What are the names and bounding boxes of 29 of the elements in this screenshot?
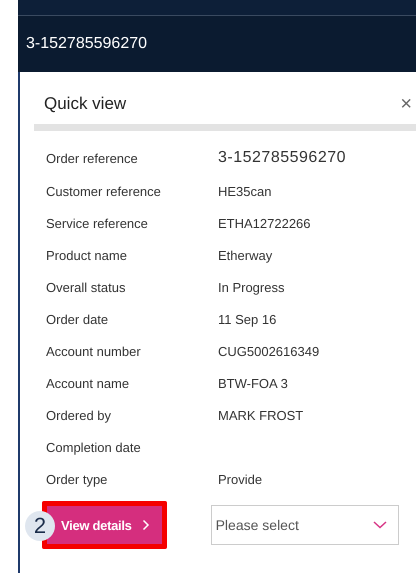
select-dropdown[interactable]: Please select [210, 505, 399, 545]
field-value: MARK FROST [218, 408, 304, 422]
field-value: Etherway [218, 248, 272, 262]
close-button[interactable]: × [400, 94, 416, 114]
field-label: Customer reference [46, 184, 162, 198]
field-label: Order reference [46, 150, 139, 166]
field-label: Product name [46, 248, 128, 262]
field-value: CUG5002616349 [218, 344, 320, 358]
view-details-button[interactable]: View details [47, 506, 162, 544]
field-label: Ordered by [46, 408, 112, 422]
chevron-right-icon [142, 519, 150, 531]
field-value: Provide [218, 472, 262, 486]
field-label: Account number [46, 344, 142, 358]
field-label: Overall status [46, 280, 126, 294]
field-value: 11 Sep 16 [218, 312, 276, 326]
field-value: 3-152785596270 [218, 149, 346, 167]
panel-title: Quick view [44, 94, 126, 114]
field-value: HE35can [218, 184, 272, 198]
field-value: BTW-FOA 3 [218, 376, 288, 390]
field-value: In Progress [218, 280, 284, 294]
field-label: Completion date [46, 440, 142, 454]
step-badge: 2 [25, 511, 55, 541]
caret-down-icon [372, 521, 387, 529]
field-label: Order date [46, 312, 110, 326]
field-label: Order type [46, 472, 108, 486]
field-label: Account name [46, 376, 130, 390]
field-value: ETHA12722266 [218, 216, 311, 230]
field-label: Service reference [46, 216, 149, 230]
order-title: 3-152785596270 [26, 34, 148, 52]
